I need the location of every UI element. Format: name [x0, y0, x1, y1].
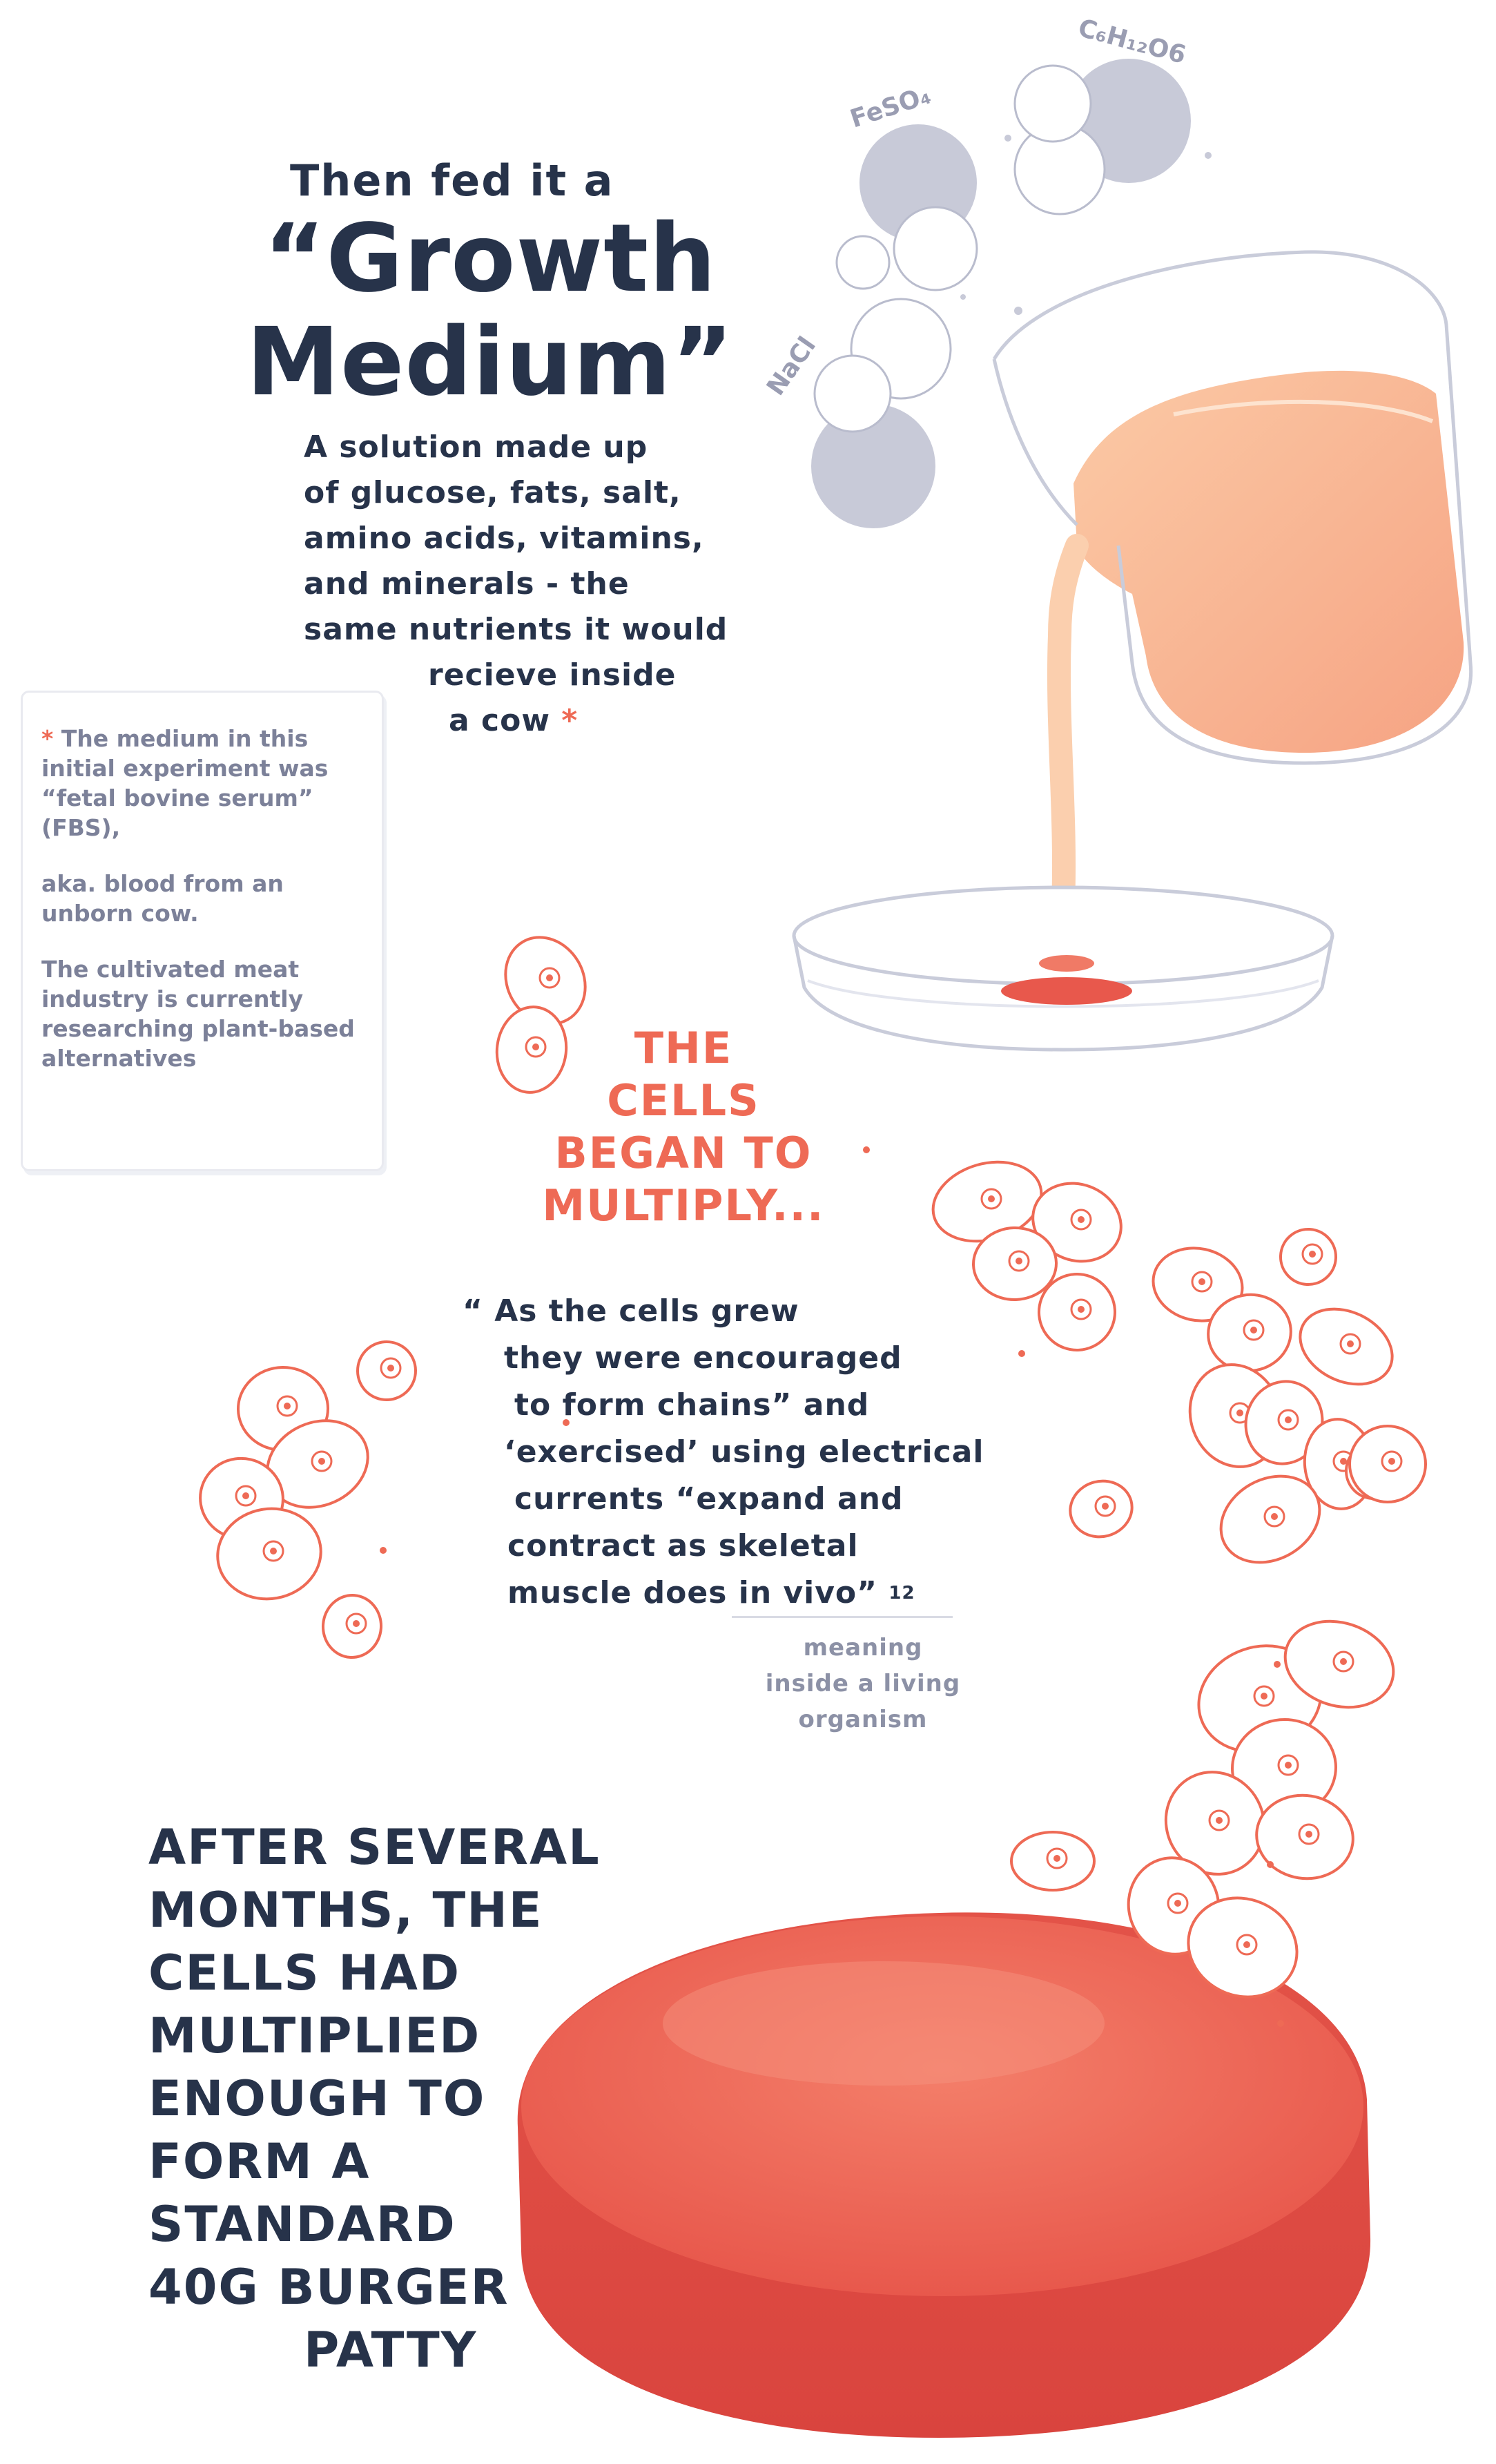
asterisk-mark: * [41, 725, 54, 752]
multiply-heading: The cells began to multiply... [532, 1022, 835, 1232]
quote-line: currents “expand and [514, 1481, 904, 1517]
cell-nucleolus [1309, 1251, 1316, 1258]
cell-nucleolus [318, 1458, 325, 1465]
final-line: cells had [148, 1945, 461, 2001]
desc-line: amino acids, vitamins, [304, 521, 704, 556]
quote-line: they were encouraged [504, 1340, 902, 1376]
cell-nucleolus [270, 1548, 277, 1555]
final-line: months, the [148, 1882, 543, 1938]
divider [732, 1616, 953, 1618]
footnote-p1: The medium in this initial experiment wa… [41, 725, 329, 841]
molecule-glucose [1013, 59, 1191, 215]
cell-nucleolus [1198, 1278, 1205, 1285]
final-line: patty [304, 2322, 478, 2378]
final-line: 40g burger [148, 2259, 509, 2316]
meaning-line: inside a living [765, 1670, 961, 1697]
asterisk-mark: * [561, 703, 579, 738]
cell [321, 1594, 383, 1659]
quote-line: muscle does in vivo” [507, 1575, 878, 1610]
cell-nucleolus [1102, 1503, 1109, 1510]
speck [380, 1547, 387, 1554]
quote-block: “ As the cells grew they were encouraged… [463, 1288, 1084, 1617]
meaning-line: organism [798, 1706, 928, 1733]
molecule-feso4 [835, 124, 978, 291]
cell-nucleolus [1347, 1340, 1354, 1347]
intro-heading: Then fed it a [290, 155, 614, 206]
cell-nucleolus [546, 974, 553, 981]
cell-nucleolus [1053, 1855, 1060, 1862]
desc-line: and minerals - the [304, 566, 630, 601]
final-line: standard [148, 2196, 456, 2253]
cell-nucleolus [1271, 1513, 1278, 1520]
cell-nucleolus [1285, 1762, 1292, 1769]
desc-line: recieve inside [428, 657, 677, 693]
multiply-line: began to [554, 1128, 813, 1178]
final-line: form a [148, 2133, 371, 2190]
cell-nucleolus [387, 1365, 394, 1371]
cell-nucleolus [1340, 1658, 1347, 1665]
quote-line-last: muscle does in vivo” 12 [463, 1570, 1084, 1617]
cell-nucleolus [1285, 1416, 1292, 1423]
cell-nucleolus [1016, 1258, 1022, 1264]
desc-line: of glucose, fats, salt, [304, 475, 681, 510]
quote-line: ‘exercised’ using electrical [504, 1434, 984, 1470]
quote-line: “ As the cells grew [463, 1293, 799, 1329]
final-line: multiplied [148, 2008, 481, 2064]
cell-nucleolus [1236, 1409, 1243, 1416]
petri-dish [792, 885, 1334, 1052]
cell-nucleolus [1243, 1941, 1250, 1948]
multiply-line: multiply... [542, 1180, 825, 1231]
beaker [992, 250, 1473, 916]
multiply-line: cells [607, 1075, 760, 1126]
speck [1267, 1861, 1274, 1868]
cell-nucleolus [1305, 1831, 1312, 1838]
title-line-1: “Growth [264, 204, 717, 314]
speck [1277, 2020, 1284, 2027]
cell-nucleolus [988, 1195, 995, 1202]
page-title: “Growth Medium” [242, 207, 739, 414]
quote-line: contract as skeletal [507, 1528, 859, 1563]
reference-number: 12 [888, 1583, 915, 1604]
speck [1274, 1661, 1281, 1668]
cell-nucleolus [284, 1403, 291, 1409]
meaning-line: meaning [803, 1634, 923, 1662]
multiply-line: The [634, 1023, 733, 1073]
final-statement: After several months, the cells had mult… [148, 1816, 645, 2382]
cell-nucleolus [1250, 1327, 1257, 1334]
final-line: enough to [148, 2070, 486, 2127]
meaning-note: meaning inside a living organism [718, 1630, 1008, 1738]
footnote-text: * The medium in this initial experiment … [41, 724, 366, 1099]
desc-line: same nutrients it would [304, 612, 728, 647]
cell-nucleolus [1078, 1216, 1085, 1223]
desc-line: a cow [449, 703, 550, 738]
speck [863, 1146, 870, 1153]
title-line-2: Medium” [246, 308, 735, 417]
final-line: After several [148, 1819, 601, 1876]
molecule-nacl [811, 298, 952, 528]
cell-nucleolus [1261, 1693, 1267, 1700]
footnote-p2: aka. blood from an unborn cow. [41, 870, 284, 927]
cell-nucleolus [353, 1620, 360, 1627]
desc-line: A solution made up [304, 430, 648, 465]
cell [1299, 1307, 1394, 1386]
cell [1279, 1228, 1337, 1286]
cell-nucleolus [1388, 1458, 1395, 1465]
cell [1010, 1831, 1096, 1892]
cell-nucleolus [1216, 1817, 1223, 1824]
quote-line: to form chains” and [514, 1387, 870, 1423]
cell-nucleolus [242, 1492, 249, 1499]
cell [356, 1340, 417, 1401]
footnote-p3: The cultivated meat industry is currentl… [41, 956, 355, 1072]
cell-nucleolus [1174, 1900, 1181, 1907]
